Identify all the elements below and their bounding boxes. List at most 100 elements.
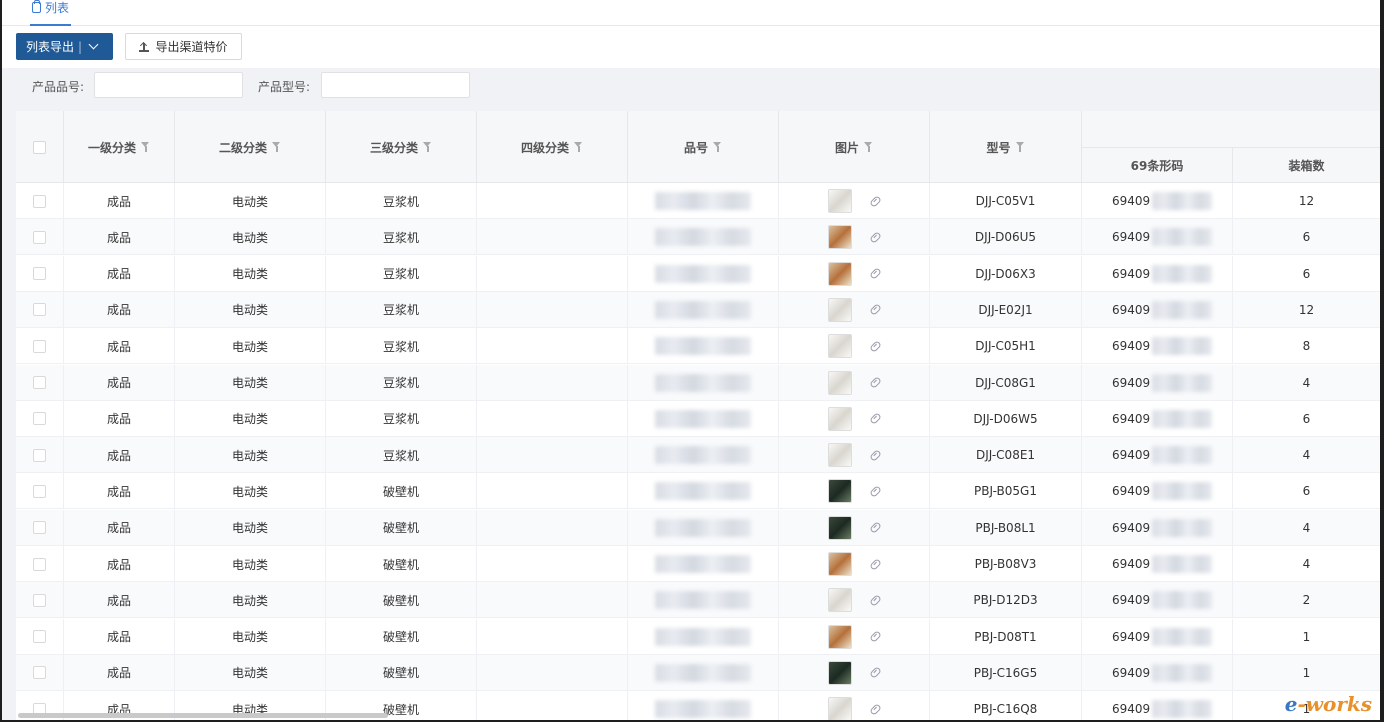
filter-icon[interactable] xyxy=(1015,142,1025,152)
header-level1[interactable]: 一级分类 xyxy=(64,111,175,183)
table-row[interactable]: 成品 电动类 破壁机 PBJ-B08V3 69409 4 xyxy=(16,546,1380,582)
chevron-down-icon[interactable] xyxy=(88,39,99,50)
filter-icon[interactable] xyxy=(272,142,281,152)
link-icon[interactable] xyxy=(868,194,882,208)
redacted-barcode xyxy=(1152,300,1213,319)
row-checkbox[interactable] xyxy=(33,303,46,317)
row-checkbox[interactable] xyxy=(33,376,46,389)
horizontal-scrollbar[interactable] xyxy=(18,713,388,718)
pack-qty-cell: 1 xyxy=(1302,629,1311,644)
product-thumbnail[interactable] xyxy=(827,515,852,540)
product-thumbnail[interactable] xyxy=(827,297,852,322)
link-icon[interactable] xyxy=(868,412,882,426)
row-checkbox[interactable] xyxy=(33,630,46,644)
level3-cell: 豆浆机 xyxy=(326,219,477,256)
header-product-no[interactable]: 品号 xyxy=(628,111,779,183)
redacted-product-no xyxy=(655,409,751,428)
link-icon[interactable] xyxy=(868,630,882,643)
product-thumbnail[interactable] xyxy=(827,697,852,720)
link-icon[interactable] xyxy=(868,267,882,280)
link-icon[interactable] xyxy=(868,303,882,317)
link-icon[interactable] xyxy=(868,702,882,716)
product-thumbnail[interactable] xyxy=(827,370,852,395)
product-thumbnail[interactable] xyxy=(827,189,852,213)
product-thumbnail[interactable] xyxy=(827,261,852,286)
filter-icon[interactable] xyxy=(574,142,583,152)
header-barcode[interactable]: 69条形码 xyxy=(1082,147,1233,183)
table-row[interactable]: 成品 电动类 豆浆机 DJJ-C08G1 69409 4 xyxy=(16,364,1380,401)
link-icon[interactable] xyxy=(868,521,882,535)
image-cell xyxy=(779,364,930,401)
table-row[interactable]: 成品 电动类 破壁机 PBJ-C16G5 69409 1 xyxy=(16,654,1380,691)
table-row[interactable]: 成品 电动类 豆浆机 DJJ-C08E1 69409 4 xyxy=(16,437,1380,474)
product-thumbnail[interactable] xyxy=(827,624,852,649)
header-level4[interactable]: 四级分类 xyxy=(477,111,628,183)
row-checkbox[interactable] xyxy=(33,412,46,426)
row-checkbox[interactable] xyxy=(33,267,46,281)
filter-icon[interactable] xyxy=(141,142,150,152)
product-thumbnail[interactable] xyxy=(827,588,852,613)
row-checkbox[interactable] xyxy=(33,339,46,353)
tab-list[interactable]: 列表 xyxy=(30,0,72,26)
table-row[interactable]: 成品 电动类 豆浆机 DJJ-D06W5 69409 6 xyxy=(16,400,1380,437)
header-level2[interactable]: 二级分类 xyxy=(175,111,326,183)
redacted-barcode xyxy=(1152,192,1213,210)
link-icon[interactable] xyxy=(868,666,882,680)
table-row[interactable]: 成品 电动类 破壁机 PBJ-B05G1 69409 6 xyxy=(16,473,1380,510)
product-thumbnail[interactable] xyxy=(827,334,852,359)
model-cell: DJJ-D06X3 xyxy=(930,255,1082,292)
export-channel-price-button[interactable]: 导出渠道特价 xyxy=(125,33,242,60)
row-checkbox[interactable] xyxy=(33,194,46,208)
product-thumbnail[interactable] xyxy=(827,552,852,576)
product-no-input[interactable] xyxy=(94,72,243,98)
product-thumbnail[interactable] xyxy=(827,660,852,685)
model-cell: DJJ-D06U5 xyxy=(930,219,1082,256)
row-select-cell xyxy=(16,437,64,474)
link-icon[interactable] xyxy=(868,485,882,498)
row-checkbox[interactable] xyxy=(33,230,46,244)
row-checkbox[interactable] xyxy=(33,448,46,462)
product-thumbnail[interactable] xyxy=(827,225,852,250)
link-icon[interactable] xyxy=(868,230,882,244)
table-row[interactable]: 成品 电动类 豆浆机 DJJ-D06X3 69409 6 xyxy=(16,255,1380,292)
header-model[interactable]: 型号 xyxy=(930,111,1082,183)
select-all-checkbox[interactable] xyxy=(33,140,46,154)
pack-qty-cell: 6 xyxy=(1302,230,1311,245)
row-checkbox[interactable] xyxy=(33,484,46,498)
header-pack-qty[interactable]: 装箱数 xyxy=(1233,147,1380,183)
row-checkbox[interactable] xyxy=(33,557,46,571)
row-checkbox[interactable] xyxy=(33,593,46,607)
row-checkbox[interactable] xyxy=(33,521,46,535)
row-select-cell xyxy=(16,328,64,365)
table-row[interactable]: 成品 电动类 破壁机 PBJ-B08L1 69409 4 xyxy=(16,509,1380,546)
link-icon[interactable] xyxy=(868,593,882,607)
model-cell: PBJ-B08L1 xyxy=(930,509,1082,546)
table-row[interactable]: 成品 电动类 豆浆机 DJJ-C05V1 69409 12 xyxy=(16,183,1380,219)
product-thumbnail[interactable] xyxy=(827,443,852,468)
header-level4-label: 四级分类 xyxy=(520,140,569,155)
filter-icon[interactable] xyxy=(713,142,722,152)
redacted-product-no xyxy=(655,700,751,719)
table-row[interactable]: 成品 电动类 豆浆机 DJJ-C05H1 69409 8 xyxy=(16,328,1380,365)
link-icon[interactable] xyxy=(868,448,882,462)
header-image[interactable]: 图片 xyxy=(779,111,930,183)
filter-icon[interactable] xyxy=(423,142,432,152)
link-icon[interactable] xyxy=(868,557,882,571)
table-row[interactable]: 成品 电动类 破壁机 PBJ-D08T1 69409 1 xyxy=(16,618,1380,655)
link-icon[interactable] xyxy=(868,339,882,353)
table-row[interactable]: 成品 电动类 破壁机 PBJ-D12D3 69409 2 xyxy=(16,582,1380,619)
export-list-button[interactable]: 列表导出 | xyxy=(16,33,113,60)
table-row[interactable]: 成品 电动类 豆浆机 DJJ-D06U5 69409 6 xyxy=(16,219,1380,256)
filter-icon[interactable] xyxy=(864,142,873,152)
level3-cell: 豆浆机 xyxy=(326,364,477,401)
header-level3[interactable]: 三级分类 xyxy=(326,111,477,183)
model-input[interactable] xyxy=(321,72,470,98)
row-checkbox[interactable] xyxy=(33,666,46,680)
barcode-cell: 69409 xyxy=(1082,546,1233,582)
redacted-product-no xyxy=(655,518,751,537)
link-icon[interactable] xyxy=(868,376,882,389)
product-thumbnail[interactable] xyxy=(827,406,852,431)
row-select-cell xyxy=(16,364,64,401)
product-thumbnail[interactable] xyxy=(827,479,852,504)
table-row[interactable]: 成品 电动类 豆浆机 DJJ-E02J1 69409 12 xyxy=(16,291,1380,328)
